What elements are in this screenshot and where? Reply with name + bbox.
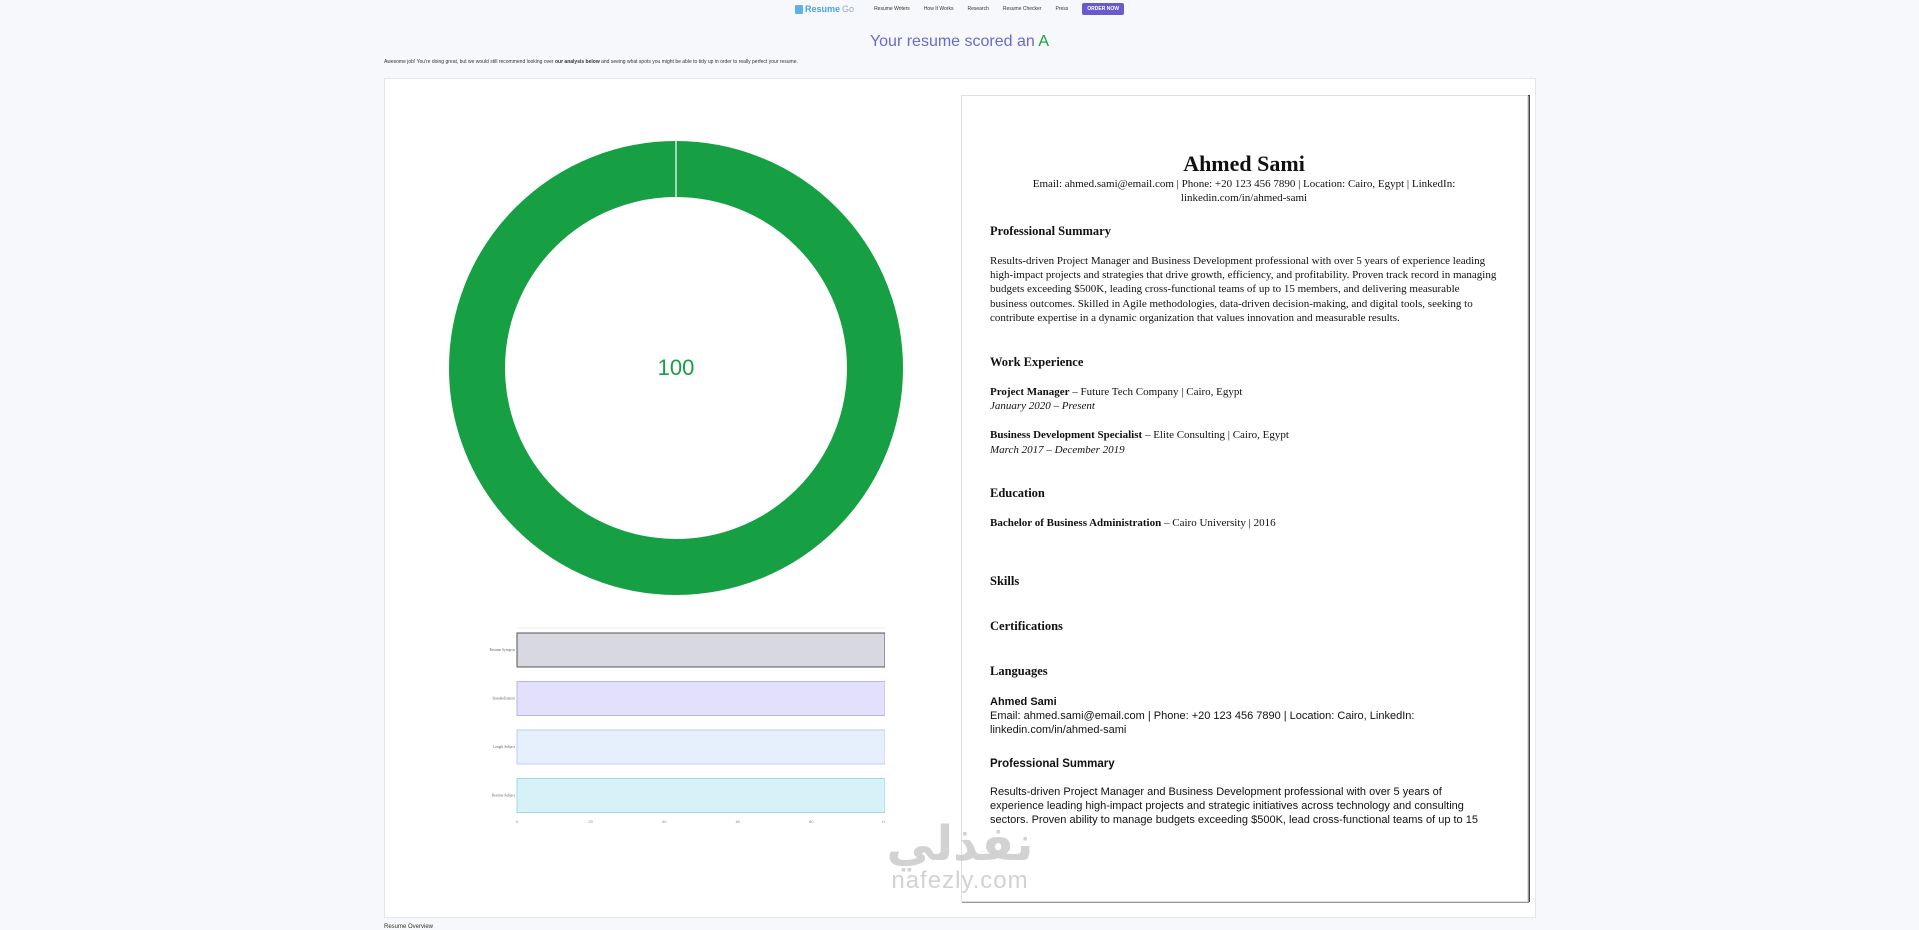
job2-title: Business Development Specialist (990, 429, 1143, 442)
nav-link-press[interactable]: Press (1056, 6, 1069, 12)
subline-pre: Awesome job! You're doing great, but we … (384, 59, 555, 65)
work-section: Work Experience Project Manager – Future… (990, 355, 1498, 457)
subline-post: and seeing what spots you might be able … (599, 59, 798, 65)
x-tick-80: 80 (809, 819, 814, 824)
nav-link-resume-writers[interactable]: Resume Writers (874, 6, 910, 12)
results-card: 100 Resume Synopsis Standardization Length… (384, 78, 1536, 918)
top-nav: Resume Go Resume Writers How It Works Res… (0, 0, 1919, 18)
dup-summary-heading: Professional Summary (990, 757, 1115, 770)
skills-heading: Skills (990, 574, 1020, 588)
job1-org: – Future Tech Company | Cairo, Egypt (1069, 386, 1243, 398)
job2-dates: March 2017 – December 2019 (990, 443, 1125, 456)
skills-section: Skills (990, 574, 1498, 589)
headline-prefix: Your resume scored an (869, 33, 1039, 50)
category-bar-chart-svg: Resume Synopsis Standardization Length Sub… (490, 627, 889, 824)
dup-contact: Email: ahmed.sami@email.com | Phone: +20… (990, 710, 1415, 737)
bar-label-resume-subject: Resume Subject (492, 794, 515, 798)
education-section: Education Bachelor of Business Administr… (990, 486, 1498, 530)
nav-link-research[interactable]: Research (967, 6, 988, 12)
bar-label-standardization: Standardization (492, 697, 515, 701)
x-tick-20: 20 (588, 819, 593, 824)
nav-link-resume-checker[interactable]: Resume Checker (1003, 6, 1042, 12)
bar-standardization (516, 681, 886, 716)
logo-icon (795, 4, 804, 14)
bar-label-length-subject: Length Subject (493, 745, 515, 749)
work-heading: Work Experience (990, 355, 1084, 369)
languages-heading: Languages (990, 664, 1048, 678)
score-headline: Your resume scored an A (0, 33, 1919, 51)
logo-text-suffix: Go (842, 4, 855, 14)
logo-text: Resume (805, 4, 841, 14)
subline-bold-link[interactable]: our analysis below (555, 59, 600, 65)
dup-summary-text: Results-driven Project Manager and Busin… (990, 785, 1478, 827)
summary-section: Professional Summary Results-driven Proj… (990, 224, 1498, 325)
resume-name: Ahmed Sami (1183, 151, 1305, 176)
grade-letter: A (1038, 33, 1050, 50)
resume-overview-label: Resume Overview (384, 924, 434, 930)
resumego-logo[interactable]: Resume Go (795, 4, 854, 14)
nav-link-how-it-works[interactable]: How It Works (924, 6, 954, 12)
category-bar-chart: Resume Synopsis Standardization Length Sub… (465, 627, 889, 827)
job1-dates: January 2020 – Present (990, 400, 1095, 413)
job2-org: – Elite Consulting | Cairo, Egypt (1142, 429, 1289, 442)
bar-resume-synopsis (516, 632, 886, 668)
x-tick-40: 40 (662, 819, 667, 824)
bar-length-subject (516, 729, 886, 765)
certifications-heading: Certifications (990, 619, 1063, 633)
dup-name: Ahmed Sami (990, 696, 1057, 708)
duplicate-resume-block: Ahmed Sami Email: ahmed.sami@email.com |… (990, 695, 1498, 827)
resume-contact: Email: ahmed.sami@email.com | Phone: +20… (1032, 178, 1456, 204)
education-heading: Education (990, 486, 1045, 500)
education-org: – Cairo University | 2016 (1161, 517, 1276, 529)
bar-resume-subject (516, 778, 886, 813)
job1-title: Project Manager (990, 386, 1070, 398)
summary-text: Results-driven Project Manager and Busin… (990, 255, 1497, 324)
certifications-section: Certifications (990, 619, 1498, 634)
x-tick-60: 60 (736, 819, 741, 824)
x-tick-0: 0 (516, 819, 519, 824)
order-now-button[interactable]: ORDER NOW (1082, 3, 1124, 15)
score-subline: Awesome job! You're doing great, but we … (384, 59, 798, 65)
watermark-arabic: نفذلي (886, 816, 1034, 872)
resume-preview[interactable]: Ahmed Sami Email: ahmed.sami@email.com |… (961, 95, 1528, 902)
languages-section: Languages (990, 664, 1498, 679)
job1-line: Project Manager – Future Tech Company | … (990, 385, 1498, 399)
summary-heading: Professional Summary (990, 224, 1111, 238)
score-donut: 100 (449, 141, 903, 595)
bar-label-resume-synopsis: Resume Synopsis (490, 648, 516, 652)
resume-content: Ahmed Sami Email: ahmed.sami@email.com |… (990, 151, 1498, 827)
education-line: Bachelor of Business Administration – Ca… (990, 516, 1498, 530)
nafezly-watermark: نفذلي nafezly.com (855, 820, 1065, 894)
job2-line: Business Development Specialist – Elite … (990, 428, 1498, 442)
education-degree: Bachelor of Business Administration (990, 517, 1162, 529)
score-value: 100 (657, 355, 695, 380)
